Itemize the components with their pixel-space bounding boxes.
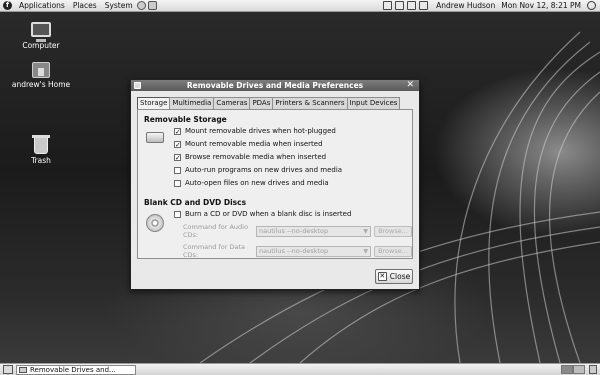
data-browse-button[interactable]: Browse... <box>374 245 412 257</box>
user-name[interactable]: Andrew Hudson <box>436 1 495 10</box>
volume-tray-icon[interactable] <box>419 1 429 10</box>
menu-places[interactable]: Places <box>69 1 101 10</box>
top-panel: f Applications Places System Andrew Huds… <box>0 0 600 12</box>
show-desktop-icon[interactable] <box>3 365 13 374</box>
tab-pdas[interactable]: PDAs <box>249 97 274 109</box>
data-cd-command-value: nautilus --no-desktop <box>259 247 329 255</box>
top-panel-left: f Applications Places System <box>0 1 159 10</box>
checkbox-browse-media[interactable]: ✓ <box>174 153 181 161</box>
audio-cd-command-row: Command for Audio CDs: nautilus --no-des… <box>183 223 412 239</box>
notification-tray-icon[interactable] <box>407 1 417 10</box>
data-cd-command-row: Command for Data CDs: nautilus --no-desk… <box>183 243 412 259</box>
option-label: Auto-run programs on new drives and medi… <box>185 166 343 174</box>
desktop-icon-label: Computer <box>22 41 60 50</box>
mail-launcher-icon[interactable] <box>147 1 157 10</box>
option-auto-run[interactable]: Auto-run programs on new drives and medi… <box>174 166 342 174</box>
audio-cd-command-value: nautilus --no-desktop <box>259 227 329 235</box>
desktop-icon-label: andrew's Home <box>11 80 71 89</box>
window-icon <box>19 366 27 373</box>
tab-printers-scanners[interactable]: Printers & Scanners <box>272 97 348 109</box>
checkbox-burn-disc[interactable] <box>174 210 181 218</box>
bottom-panel: Removable Drives and... <box>0 363 600 375</box>
window-menu-icon[interactable] <box>134 82 141 89</box>
option-burn-disc[interactable]: Burn a CD or DVD when a blank disc is in… <box>174 210 351 218</box>
audio-cd-command-field[interactable]: nautilus --no-desktop ▼ <box>256 225 371 237</box>
option-mount-media[interactable]: ✓ Mount removable media when inserted <box>174 140 323 148</box>
close-icon[interactable]: ✕ <box>406 80 414 91</box>
data-cd-command-label: Command for Data CDs: <box>183 243 245 259</box>
desktop-icon-trash[interactable]: Trash <box>1 135 81 165</box>
checkbox-mount-media[interactable]: ✓ <box>174 140 181 148</box>
option-auto-open[interactable]: Auto-open files on new drives and media <box>174 179 329 187</box>
option-label: Browse removable media when inserted <box>185 153 327 161</box>
update-tray-icon[interactable] <box>395 1 405 10</box>
desktop-icon-computer[interactable]: Computer <box>1 22 81 50</box>
desktop-icon-home[interactable]: andrew's Home <box>1 62 81 89</box>
dropdown-arrow-icon[interactable]: ▼ <box>363 248 368 255</box>
computer-icon <box>31 22 51 42</box>
close-button-icon: ✕ <box>377 272 387 281</box>
workspace-1[interactable] <box>561 365 573 374</box>
preferences-dialog: Removable Drives and Media Preferences ✕… <box>130 79 420 290</box>
option-label: Burn a CD or DVD when a blank disc is in… <box>185 210 352 218</box>
tab-cameras[interactable]: Cameras <box>213 97 251 109</box>
panel-trash-icon[interactable] <box>589 365 597 374</box>
clock[interactable]: Mon Nov 12, 8:21 PM <box>501 1 581 10</box>
taskbar-window-button[interactable]: Removable Drives and... <box>16 364 136 375</box>
close-button-label: Close <box>389 272 411 281</box>
dropdown-arrow-icon[interactable]: ▼ <box>363 228 368 235</box>
option-mount-drives[interactable]: ✓ Mount removable drives when hot-plugge… <box>174 127 336 135</box>
tab-input-devices[interactable]: Input Devices <box>346 97 401 109</box>
workspace-2[interactable] <box>573 365 585 374</box>
workspace-switcher <box>561 365 585 374</box>
checkbox-mount-drives[interactable]: ✓ <box>174 127 181 135</box>
power-icon[interactable] <box>587 1 596 10</box>
desktop-icon-label: Trash <box>31 156 51 165</box>
storage-tab-panel: Removable Storage ✓ Mount removable driv… <box>137 109 413 259</box>
data-cd-command-field[interactable]: nautilus --no-desktop ▼ <box>256 245 371 257</box>
removable-storage-heading: Removable Storage <box>144 115 227 124</box>
trash-icon <box>32 135 50 154</box>
tab-multimedia[interactable]: Multimedia <box>169 97 215 109</box>
option-label: Mount removable drives when hot-plugged <box>185 127 336 135</box>
menu-system[interactable]: System <box>101 1 137 10</box>
cd-disc-icon <box>146 214 164 232</box>
option-browse-media[interactable]: ✓ Browse removable media when inserted <box>174 153 326 161</box>
menu-applications[interactable]: Applications <box>15 1 69 10</box>
checkbox-auto-run[interactable] <box>174 166 181 174</box>
checkbox-auto-open[interactable] <box>174 179 181 187</box>
audio-browse-button[interactable]: Browse... <box>374 225 412 237</box>
removable-drive-icon <box>146 132 164 143</box>
network-tray-icon[interactable] <box>383 1 393 10</box>
close-button[interactable]: ✕ Close <box>375 269 413 284</box>
taskbar-window-label: Removable Drives and... <box>30 365 116 374</box>
web-browser-launcher-icon[interactable] <box>136 1 146 10</box>
blank-discs-heading: Blank CD and DVD Discs <box>144 198 247 207</box>
option-label: Auto-open files on new drives and media <box>185 179 329 187</box>
fedora-logo-icon[interactable]: f <box>3 1 12 10</box>
dialog-title: Removable Drives and Media Preferences <box>186 81 364 90</box>
home-folder-icon <box>32 62 50 78</box>
top-panel-right: Andrew Hudson Mon Nov 12, 8:21 PM <box>380 1 600 10</box>
audio-cd-command-label: Command for Audio CDs: <box>183 223 248 239</box>
option-label: Mount removable media when inserted <box>185 140 323 148</box>
dialog-titlebar[interactable]: Removable Drives and Media Preferences ✕ <box>131 80 419 91</box>
